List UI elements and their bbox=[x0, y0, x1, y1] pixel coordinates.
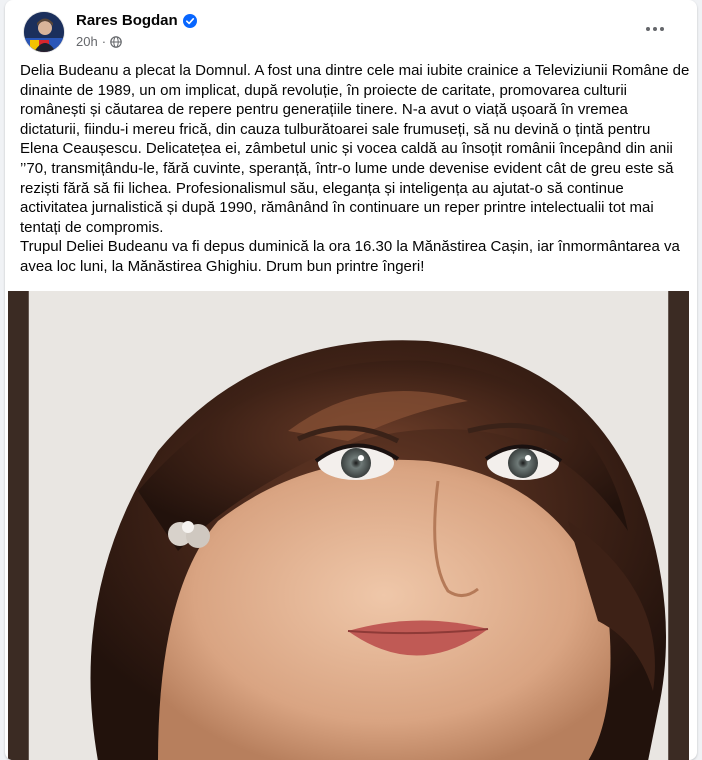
post-timestamp[interactable]: 20h bbox=[76, 34, 98, 49]
post-header: Rares Bogdan 20h · bbox=[5, 0, 697, 58]
author-avatar[interactable] bbox=[24, 12, 64, 52]
author-name[interactable]: Rares Bogdan bbox=[76, 12, 178, 29]
post-meta: 20h · bbox=[76, 34, 122, 49]
meta-separator: · bbox=[101, 34, 107, 49]
globe-icon[interactable] bbox=[110, 35, 122, 48]
post-body: Delia Budeanu a plecat la Domnul. A fost… bbox=[20, 62, 690, 275]
avatar-image bbox=[24, 12, 64, 52]
verified-badge-icon bbox=[182, 13, 197, 28]
post-card: Rares Bogdan 20h · Delia Budeanu a pleca… bbox=[5, 0, 697, 760]
author-name-row: Rares Bogdan bbox=[76, 12, 197, 29]
more-horizontal-icon bbox=[646, 27, 664, 31]
portrait-image bbox=[8, 291, 689, 760]
post-photo[interactable] bbox=[8, 291, 689, 760]
more-options-button[interactable] bbox=[637, 14, 673, 44]
